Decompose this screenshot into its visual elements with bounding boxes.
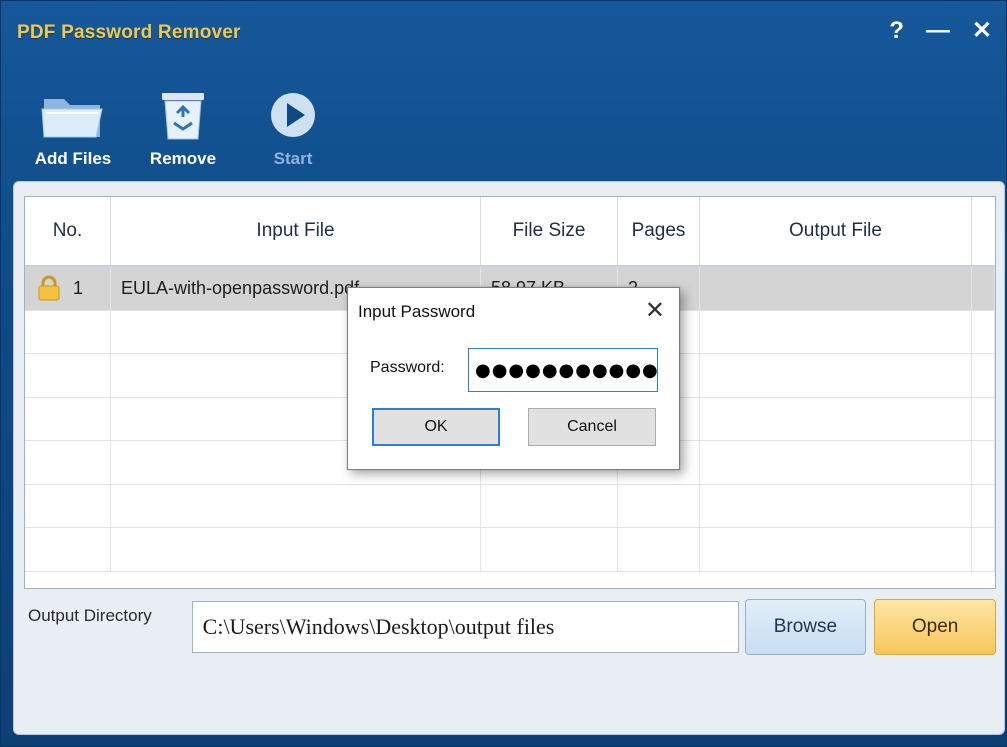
output-directory-input[interactable]: C:\Users\Windows\Desktop\output files xyxy=(191,601,739,653)
input-password-dialog: Input Password ✕ Password: ●●●●●●●●●●● O… xyxy=(347,287,680,470)
start-label: Start xyxy=(273,149,313,168)
browse-button[interactable]: Browse xyxy=(744,599,867,655)
app-window: PDF Password Remover ? — ✕ Add Files Rem… xyxy=(0,0,1007,747)
help-button[interactable]: ? xyxy=(889,19,904,43)
add-files-label: Add Files xyxy=(34,149,112,168)
output-directory-label: Output Directory xyxy=(28,606,152,625)
minimize-button[interactable]: — xyxy=(926,19,950,43)
title-bar: PDF Password Remover ? — ✕ xyxy=(1,1,1006,65)
recycle-bin-icon xyxy=(162,93,204,140)
column-header-pages[interactable]: Pages xyxy=(618,197,700,265)
column-header-filler xyxy=(972,197,995,265)
cell-no: 1 xyxy=(25,267,111,310)
output-directory-row: Output Directory C:\Users\Windows\Deskto… xyxy=(26,598,997,656)
app-title: PDF Password Remover xyxy=(17,22,241,43)
row-number: 1 xyxy=(73,277,84,298)
column-header-no[interactable]: No. xyxy=(25,197,111,265)
cell-output-file xyxy=(700,267,972,310)
table-header: No. Input File File Size Pages Output Fi… xyxy=(25,197,995,267)
window-controls: ? — ✕ xyxy=(889,19,992,43)
dialog-close-icon[interactable]: ✕ xyxy=(645,296,665,325)
close-button[interactable]: ✕ xyxy=(972,19,992,43)
table-row-empty xyxy=(25,484,995,528)
password-label: Password: xyxy=(370,359,445,376)
ok-button[interactable]: OK xyxy=(372,408,500,446)
toolbar: Add Files Remove Start xyxy=(31,79,335,169)
column-header-input-file[interactable]: Input File xyxy=(111,197,481,265)
remove-label: Remove xyxy=(149,149,217,168)
password-input[interactable]: ●●●●●●●●●●● xyxy=(468,348,658,392)
table-row-empty xyxy=(25,528,995,572)
play-icon xyxy=(271,93,315,137)
remove-button[interactable]: Remove xyxy=(141,79,225,169)
cell-filler xyxy=(972,267,995,310)
open-button[interactable]: Open xyxy=(874,599,997,655)
column-header-file-size[interactable]: File Size xyxy=(481,197,618,265)
lock-icon xyxy=(38,275,60,301)
cancel-button[interactable]: Cancel xyxy=(528,408,656,446)
folder-icon xyxy=(41,99,103,138)
start-button[interactable]: Start xyxy=(251,79,335,169)
dialog-title: Input Password xyxy=(358,302,476,321)
column-header-output-file[interactable]: Output File xyxy=(700,197,972,265)
add-files-button[interactable]: Add Files xyxy=(31,79,115,169)
